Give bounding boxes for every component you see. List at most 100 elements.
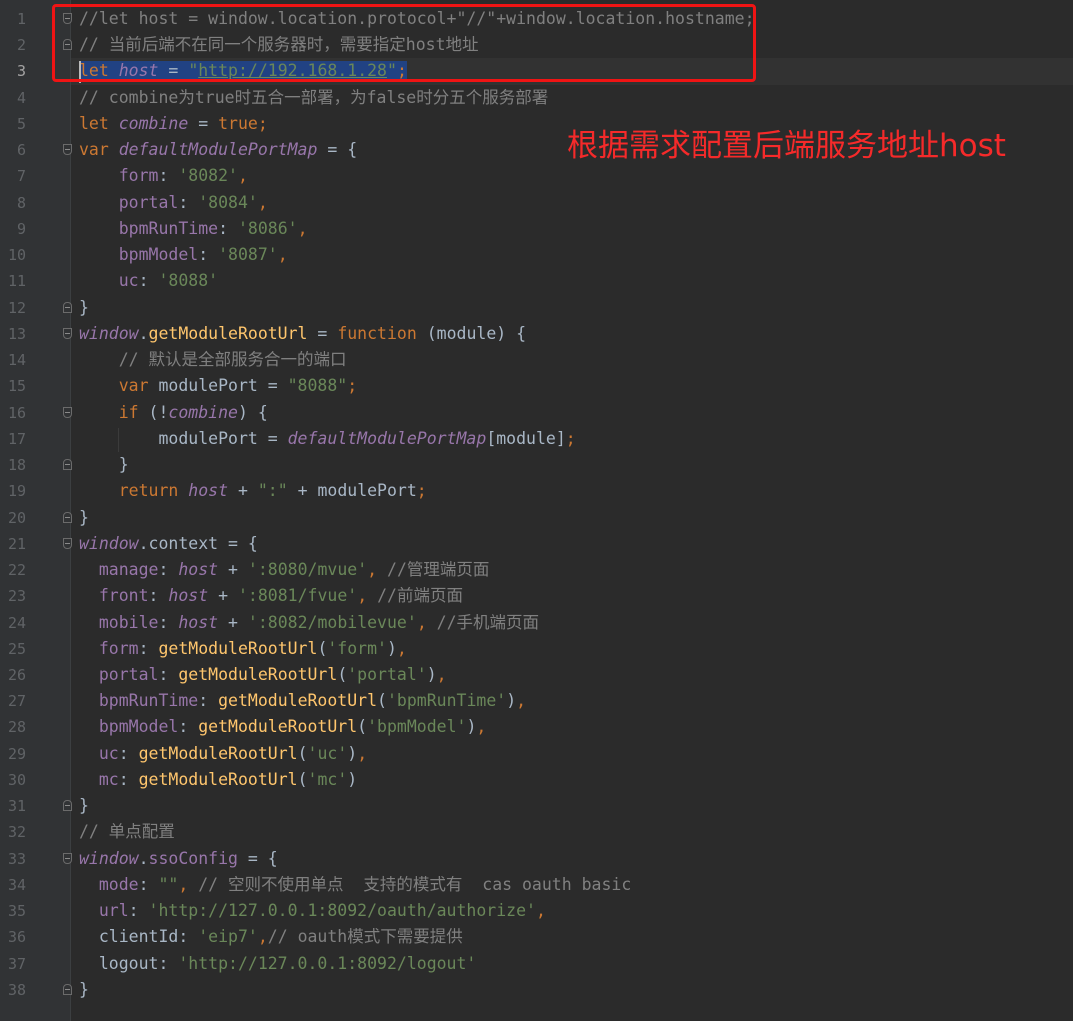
code-text[interactable]: bpmRunTime: '8086', bbox=[79, 216, 308, 242]
code-line[interactable]: 18 } bbox=[0, 452, 1073, 478]
code-token: ( bbox=[297, 743, 308, 763]
code-line[interactable]: 32 // 单点配置 bbox=[0, 819, 1073, 845]
code-text[interactable]: uc: '8088' bbox=[79, 268, 218, 294]
code-text[interactable]: mc: getModuleRootUrl('mc') bbox=[79, 767, 357, 793]
code-text[interactable]: bpmRunTime: getModuleRootUrl('bpmRunTime… bbox=[79, 688, 526, 714]
code-line[interactable]: 36 clientId: 'eip7',// oauth模式下需要提供 bbox=[0, 924, 1073, 950]
code-text[interactable]: mobile: host + ':8082/mobilevue', //手机端页… bbox=[79, 610, 539, 636]
code-text[interactable]: clientId: 'eip7',// oauth模式下需要提供 bbox=[79, 924, 463, 950]
code-line[interactable]: 8 portal: '8084', bbox=[0, 190, 1073, 216]
code-line[interactable]: 34 mode: "", // 空则不使用单点 支持的模式有 cas oauth… bbox=[0, 872, 1073, 898]
code-text[interactable]: uc: getModuleRootUrl('uc'), bbox=[79, 741, 367, 767]
code-line[interactable]: 28 bpmModel: getModuleRootUrl('bpmModel'… bbox=[0, 714, 1073, 740]
code-line[interactable]: 7 form: '8082', bbox=[0, 163, 1073, 189]
code-text[interactable]: portal: '8084', bbox=[79, 190, 268, 216]
code-token: form bbox=[79, 166, 159, 186]
fold-end-icon[interactable] bbox=[63, 800, 72, 812]
code-line[interactable]: 19 return host + ":" + modulePort; bbox=[0, 478, 1073, 504]
code-tokens: uc: getModuleRootUrl('uc'), bbox=[79, 744, 367, 763]
code-text[interactable]: // 单点配置 bbox=[79, 819, 175, 845]
code-text[interactable]: } bbox=[79, 452, 129, 478]
code-line[interactable]: 26 portal: getModuleRootUrl('portal'), bbox=[0, 662, 1073, 688]
code-text[interactable]: window.context = { bbox=[79, 531, 258, 557]
code-text[interactable]: bpmModel: getModuleRootUrl('bpmModel'), bbox=[79, 714, 486, 740]
line-number: 34 bbox=[7, 875, 26, 894]
code-text[interactable]: if (!combine) { bbox=[79, 400, 268, 426]
code-text[interactable]: } bbox=[79, 977, 89, 1003]
code-text[interactable]: logout: 'http://127.0.0.1:8092/logout' bbox=[79, 951, 477, 977]
code-text[interactable]: bpmModel: '8087', bbox=[79, 242, 288, 268]
code-text[interactable]: modulePort = defaultModulePortMap[module… bbox=[79, 426, 575, 452]
code-line[interactable]: 22 manage: host + ':8080/mvue', //管理端页面 bbox=[0, 557, 1073, 583]
code-text[interactable]: window.ssoConfig = { bbox=[79, 846, 278, 872]
code-token: 'http://127.0.0.1:8092/oauth/authorize' bbox=[148, 901, 536, 921]
code-line[interactable]: 30 mc: getModuleRootUrl('mc') bbox=[0, 767, 1073, 793]
fold-collapse-icon[interactable] bbox=[63, 144, 72, 156]
code-text[interactable]: } bbox=[79, 505, 89, 531]
code-text[interactable]: manage: host + ':8080/mvue', //管理端页面 bbox=[79, 557, 490, 583]
code-line[interactable]: 4 // combine为true时五合一部署，为false时分五个服务部署 bbox=[0, 85, 1073, 111]
fold-end-icon[interactable] bbox=[63, 511, 72, 523]
code-line[interactable]: 20} bbox=[0, 505, 1073, 531]
fold-collapse-icon[interactable] bbox=[63, 852, 72, 864]
line-number: 38 bbox=[7, 980, 26, 999]
code-text[interactable]: var modulePort = "8088"; bbox=[79, 373, 357, 399]
code-line[interactable]: 15 var modulePort = "8088"; bbox=[0, 373, 1073, 399]
code-text[interactable]: return host + ":" + modulePort; bbox=[79, 478, 427, 504]
line-number: 12 bbox=[7, 298, 26, 317]
code-text[interactable]: url: 'http://127.0.0.1:8092/oauth/author… bbox=[79, 898, 546, 924]
code-line[interactable]: 37 logout: 'http://127.0.0.1:8092/logout… bbox=[0, 951, 1073, 977]
code-line[interactable]: 12} bbox=[0, 295, 1073, 321]
code-token: (module) { bbox=[416, 323, 527, 343]
code-text[interactable]: // combine为true时五合一部署，为false时分五个服务部署 bbox=[79, 85, 548, 111]
fold-end-icon[interactable] bbox=[63, 459, 72, 471]
line-number: 9 bbox=[16, 219, 26, 238]
code-token: form bbox=[79, 638, 139, 658]
code-text[interactable]: portal: getModuleRootUrl('portal'), bbox=[79, 662, 447, 688]
code-line[interactable]: 16 if (!combine) { bbox=[0, 400, 1073, 426]
code-line[interactable]: 31} bbox=[0, 793, 1073, 819]
code-line[interactable]: 10 bpmModel: '8087', bbox=[0, 242, 1073, 268]
code-text[interactable]: front: host + ':8081/fvue', //前端页面 bbox=[79, 583, 463, 609]
line-number: 7 bbox=[16, 167, 26, 186]
fold-collapse-icon[interactable] bbox=[63, 327, 72, 339]
code-text[interactable]: } bbox=[79, 793, 89, 819]
code-line[interactable]: 13 window.getModuleRootUrl = function (mo… bbox=[0, 321, 1073, 347]
code-text[interactable]: var defaultModulePortMap = { bbox=[79, 137, 357, 163]
code-line[interactable]: 38} bbox=[0, 977, 1073, 1003]
code-token: : bbox=[178, 192, 199, 212]
fold-collapse-icon[interactable] bbox=[63, 406, 72, 418]
code-line[interactable]: 11 uc: '8088' bbox=[0, 268, 1073, 294]
code-token: : bbox=[178, 717, 199, 737]
code-line[interactable]: 25 form: getModuleRootUrl('form'), bbox=[0, 636, 1073, 662]
fold-collapse-icon[interactable] bbox=[63, 537, 72, 549]
code-text[interactable]: // 默认是全部服务合一的端口 bbox=[79, 347, 347, 373]
code-text[interactable]: window.getModuleRootUrl = function (modu… bbox=[79, 321, 526, 347]
code-token: 'bpmRunTime' bbox=[386, 691, 507, 711]
fold-end-icon[interactable] bbox=[63, 301, 72, 313]
code-text[interactable]: form: getModuleRootUrl('form'), bbox=[79, 636, 407, 662]
code-text[interactable]: } bbox=[79, 295, 89, 321]
code-token: portal bbox=[79, 665, 159, 684]
code-line[interactable]: 9 bpmRunTime: '8086', bbox=[0, 216, 1073, 242]
fold-end-icon[interactable] bbox=[63, 983, 72, 995]
code-line[interactable]: 27 bpmRunTime: getModuleRootUrl('bpmRunT… bbox=[0, 688, 1073, 714]
code-line[interactable]: 17 modulePort = defaultModulePortMap[mod… bbox=[0, 426, 1073, 452]
code-text[interactable]: mode: "", // 空则不使用单点 支持的模式有 cas oauth ba… bbox=[79, 872, 631, 898]
code-token: + bbox=[228, 481, 258, 501]
code-text[interactable]: let combine = true; bbox=[79, 111, 268, 137]
code-text[interactable]: form: '8082', bbox=[79, 163, 248, 189]
code-line[interactable]: 23 front: host + ':8081/fvue', //前端页面 bbox=[0, 583, 1073, 609]
code-token: + bbox=[218, 560, 248, 580]
code-line[interactable]: 21 window.context = { bbox=[0, 531, 1073, 557]
code-token: '8084' bbox=[198, 192, 258, 212]
code-line[interactable]: 29 uc: getModuleRootUrl('uc'), bbox=[0, 741, 1073, 767]
code-line[interactable]: 14 // 默认是全部服务合一的端口 bbox=[0, 347, 1073, 373]
line-number: 5 bbox=[16, 114, 26, 133]
code-line[interactable]: 33 window.ssoConfig = { bbox=[0, 846, 1073, 872]
code-token: = bbox=[188, 113, 219, 133]
code-token: , bbox=[237, 166, 248, 186]
code-token: [module] bbox=[486, 428, 566, 448]
code-line[interactable]: 24 mobile: host + ':8082/mobilevue', //手… bbox=[0, 610, 1073, 636]
code-line[interactable]: 35 url: 'http://127.0.0.1:8092/oauth/aut… bbox=[0, 898, 1073, 924]
